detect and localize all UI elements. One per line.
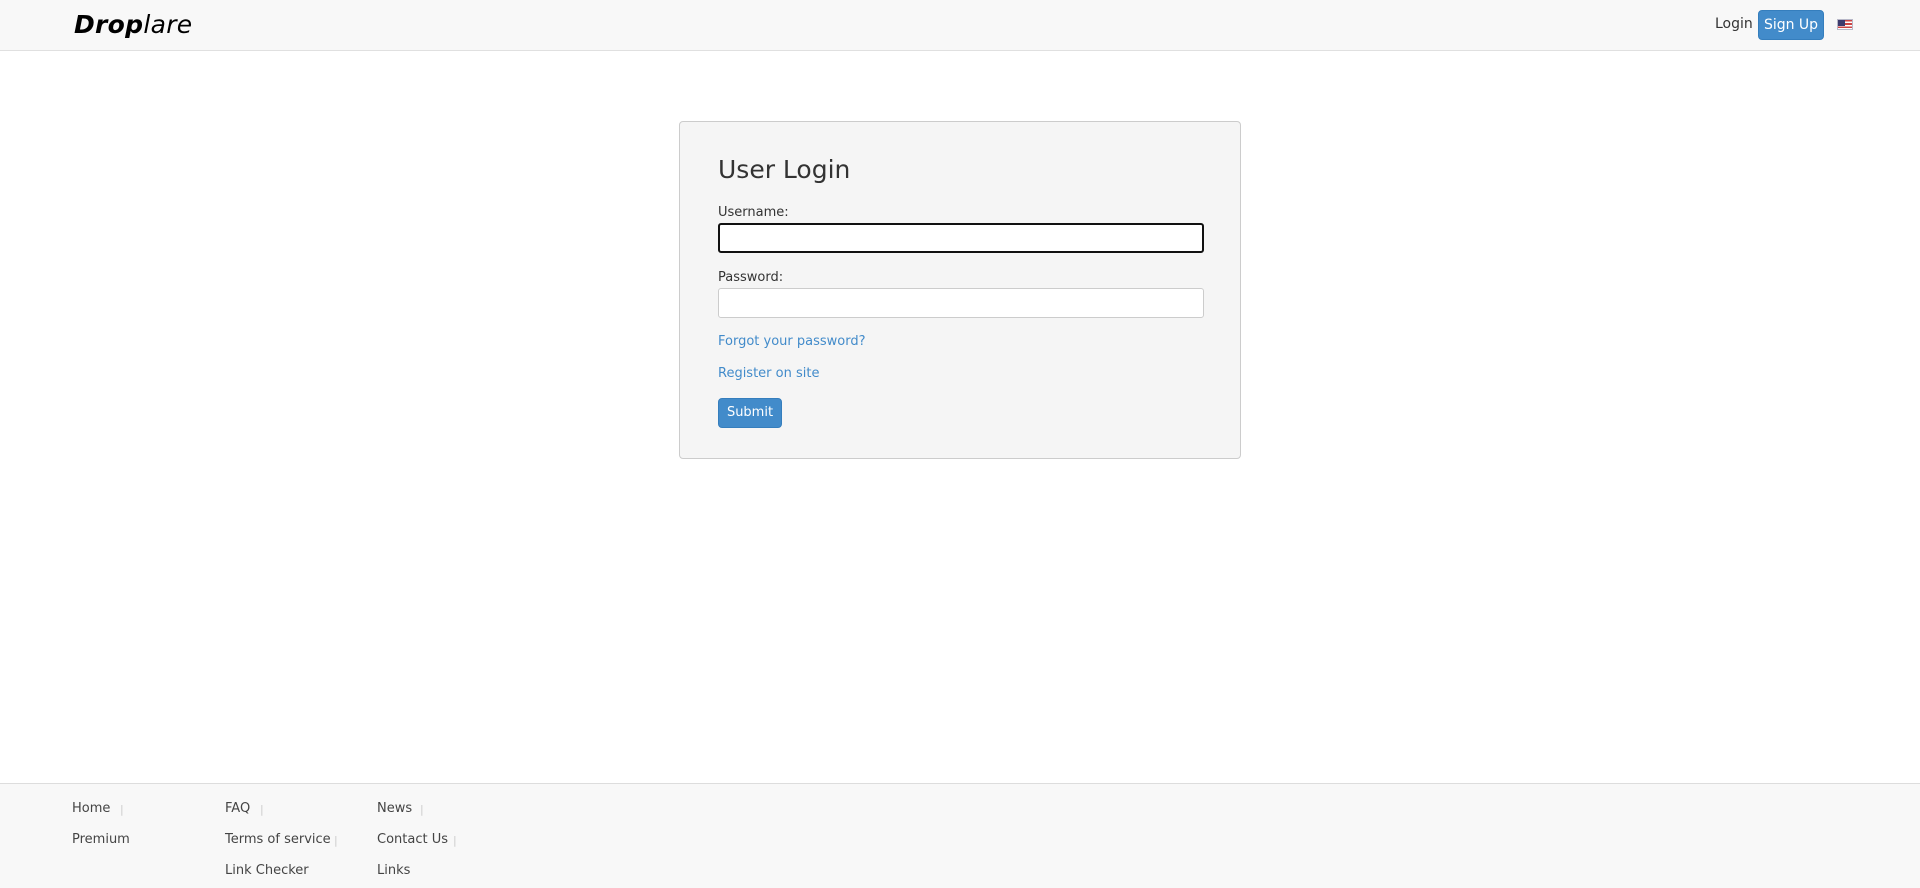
footer-separator: | — [334, 834, 338, 847]
footer-link-terms[interactable]: Terms of service — [225, 832, 331, 847]
brand-logo-light: lare — [143, 10, 193, 39]
footer-separator: | — [260, 803, 264, 816]
nav-login-link[interactable]: Login — [1715, 16, 1753, 32]
footer-link-home[interactable]: Home — [72, 801, 110, 816]
forgot-password-link[interactable]: Forgot your password? — [718, 334, 866, 349]
brand-logo-bold: Drop — [74, 10, 144, 39]
sign-up-button[interactable]: Sign Up — [1758, 10, 1824, 40]
footer-link-links[interactable]: Links — [377, 863, 410, 878]
footer-link-premium[interactable]: Premium — [72, 832, 130, 847]
footer-separator: | — [453, 834, 457, 847]
footer-separator: | — [420, 803, 424, 816]
password-label: Password: — [718, 270, 784, 285]
us-flag-icon[interactable] — [1837, 19, 1853, 30]
footer-link-link-checker[interactable]: Link Checker — [225, 863, 309, 878]
page-title: User Login — [718, 155, 851, 184]
register-link[interactable]: Register on site — [718, 366, 819, 381]
flag-canton — [1838, 20, 1845, 26]
footer-link-faq[interactable]: FAQ — [225, 801, 250, 816]
password-input[interactable] — [718, 288, 1204, 318]
footer-separator: | — [120, 803, 124, 816]
login-panel: User Login Username: Password: Forgot yo… — [679, 121, 1241, 459]
footer: Home | Premium FAQ | Terms of service | … — [0, 783, 1920, 888]
footer-link-contact[interactable]: Contact Us — [377, 832, 448, 847]
username-label: Username: — [718, 205, 789, 220]
top-navbar: Droplare Login Sign Up — [0, 0, 1920, 51]
brand-logo[interactable]: Droplare — [74, 10, 192, 39]
username-input[interactable] — [718, 223, 1204, 253]
submit-button[interactable]: Submit — [718, 398, 782, 428]
footer-link-news[interactable]: News — [377, 801, 412, 816]
